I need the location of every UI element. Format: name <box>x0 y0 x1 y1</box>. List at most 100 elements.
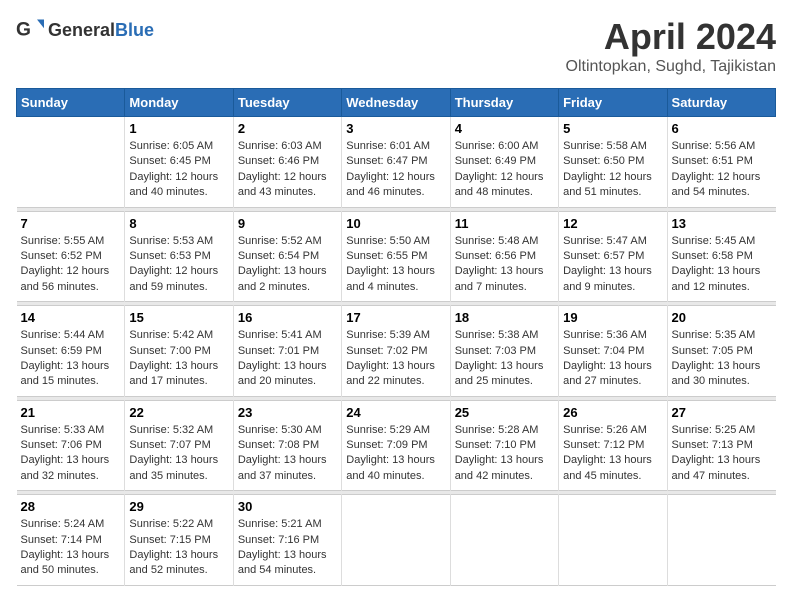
calendar-cell: 2 Sunrise: 6:03 AMSunset: 6:46 PMDaylight… <box>233 117 341 208</box>
calendar-cell: 27Sunrise: 5:25 AMSunset: 7:13 PMDayligh… <box>667 400 775 491</box>
calendar-cell: 22 Sunrise: 5:32 AMSunset: 7:07 PMDayligh… <box>125 400 233 491</box>
calendar-cell: 1 Sunrise: 6:05 AMSunset: 6:45 PMDaylight… <box>125 117 233 208</box>
week-row-2: 7 Sunrise: 5:55 AMSunset: 6:52 PMDaylight… <box>17 211 776 302</box>
day-number: 14 <box>21 310 121 325</box>
day-number: 19 <box>563 310 662 325</box>
calendar-cell: 30 Sunrise: 5:21 AMSunset: 7:16 PMDayligh… <box>233 495 341 586</box>
calendar-cell: 20 Sunrise: 5:35 AMSunset: 7:05 PMDayligh… <box>667 306 775 397</box>
day-number: 13 <box>672 216 772 231</box>
title-block: April 2024 Oltintopkan, Sughd, Tajikista… <box>566 16 777 76</box>
calendar-table: SundayMondayTuesdayWednesdayThursdayFrid… <box>16 88 776 586</box>
day-number: 22 <box>129 405 228 420</box>
cell-info: Sunrise: 5:48 AMSunset: 6:56 PMDaylight:… <box>455 234 554 296</box>
calendar-cell <box>17 117 125 208</box>
day-number: 10 <box>346 216 445 231</box>
calendar-cell: 23 Sunrise: 5:30 AMSunset: 7:08 PMDayligh… <box>233 400 341 491</box>
week-row-5: 28 Sunrise: 5:24 AMSunset: 7:14 PMDayligh… <box>17 495 776 586</box>
day-number: 3 <box>346 121 445 136</box>
calendar-cell: 29Sunrise: 5:22 AMSunset: 7:15 PMDayligh… <box>125 495 233 586</box>
day-number: 8 <box>129 216 228 231</box>
day-number: 6 <box>672 121 772 136</box>
calendar-cell: 15 Sunrise: 5:42 AMSunset: 7:00 PMDayligh… <box>125 306 233 397</box>
cell-info: Sunrise: 5:33 AMSunset: 7:06 PMDaylight:… <box>21 423 121 485</box>
calendar-cell: 7 Sunrise: 5:55 AMSunset: 6:52 PMDaylight… <box>17 211 125 302</box>
svg-text:G: G <box>16 19 31 40</box>
cell-info: Sunrise: 5:44 AMSunset: 6:59 PMDaylight:… <box>21 328 121 390</box>
day-number: 16 <box>238 310 337 325</box>
cell-info: Sunrise: 6:01 AMSunset: 6:47 PMDaylight:… <box>346 139 445 201</box>
day-number: 1 <box>129 121 228 136</box>
cell-info: Sunrise: 5:25 AMSunset: 7:13 PMDaylight:… <box>672 423 772 485</box>
day-number: 25 <box>455 405 554 420</box>
day-number: 2 <box>238 121 337 136</box>
cell-info: Sunrise: 5:47 AMSunset: 6:57 PMDaylight:… <box>563 234 662 296</box>
logo: G GeneralBlue <box>16 16 154 44</box>
day-number: 30 <box>238 499 337 514</box>
day-number: 12 <box>563 216 662 231</box>
day-number: 9 <box>238 216 337 231</box>
cell-info: Sunrise: 6:03 AMSunset: 6:46 PMDaylight:… <box>238 139 337 201</box>
cell-info: Sunrise: 5:36 AMSunset: 7:04 PMDaylight:… <box>563 328 662 390</box>
day-number: 24 <box>346 405 445 420</box>
day-number: 20 <box>672 310 772 325</box>
cell-info: Sunrise: 5:26 AMSunset: 7:12 PMDaylight:… <box>563 423 662 485</box>
cell-info: Sunrise: 5:30 AMSunset: 7:08 PMDaylight:… <box>238 423 337 485</box>
cell-info: Sunrise: 5:50 AMSunset: 6:55 PMDaylight:… <box>346 234 445 296</box>
cell-info: Sunrise: 5:41 AMSunset: 7:01 PMDaylight:… <box>238 328 337 390</box>
cell-info: Sunrise: 6:05 AMSunset: 6:45 PMDaylight:… <box>129 139 228 201</box>
cell-info: Sunrise: 5:56 AMSunset: 6:51 PMDaylight:… <box>672 139 772 201</box>
calendar-cell: 17 Sunrise: 5:39 AMSunset: 7:02 PMDayligh… <box>342 306 450 397</box>
day-number: 5 <box>563 121 662 136</box>
calendar-title: April 2024 <box>566 16 777 58</box>
weekday-header-wednesday: Wednesday <box>342 89 450 117</box>
cell-info: Sunrise: 5:22 AMSunset: 7:15 PMDaylight:… <box>129 517 228 579</box>
cell-info: Sunrise: 5:55 AMSunset: 6:52 PMDaylight:… <box>21 234 121 296</box>
weekday-header-thursday: Thursday <box>450 89 558 117</box>
day-number: 23 <box>238 405 337 420</box>
week-row-4: 21 Sunrise: 5:33 AMSunset: 7:06 PMDayligh… <box>17 400 776 491</box>
day-number: 21 <box>21 405 121 420</box>
cell-info: Sunrise: 5:42 AMSunset: 7:00 PMDaylight:… <box>129 328 228 390</box>
calendar-cell <box>559 495 667 586</box>
calendar-cell: 16 Sunrise: 5:41 AMSunset: 7:01 PMDayligh… <box>233 306 341 397</box>
calendar-cell: 26 Sunrise: 5:26 AMSunset: 7:12 PMDayligh… <box>559 400 667 491</box>
calendar-cell: 8Sunrise: 5:53 AMSunset: 6:53 PMDaylight… <box>125 211 233 302</box>
cell-info: Sunrise: 5:32 AMSunset: 7:07 PMDaylight:… <box>129 423 228 485</box>
cell-info: Sunrise: 5:21 AMSunset: 7:16 PMDaylight:… <box>238 517 337 579</box>
day-number: 17 <box>346 310 445 325</box>
week-row-3: 14 Sunrise: 5:44 AMSunset: 6:59 PMDayligh… <box>17 306 776 397</box>
day-number: 28 <box>21 499 121 514</box>
cell-info: Sunrise: 5:39 AMSunset: 7:02 PMDaylight:… <box>346 328 445 390</box>
calendar-cell <box>667 495 775 586</box>
calendar-cell <box>342 495 450 586</box>
weekday-header-friday: Friday <box>559 89 667 117</box>
cell-info: Sunrise: 5:28 AMSunset: 7:10 PMDaylight:… <box>455 423 554 485</box>
day-number: 11 <box>455 216 554 231</box>
weekday-header-sunday: Sunday <box>17 89 125 117</box>
calendar-cell: 28 Sunrise: 5:24 AMSunset: 7:14 PMDayligh… <box>17 495 125 586</box>
logo-general-text: General <box>48 20 115 40</box>
day-number: 18 <box>455 310 554 325</box>
page-header: G GeneralBlue April 2024 Oltintopkan, Su… <box>16 16 776 76</box>
calendar-cell: 19 Sunrise: 5:36 AMSunset: 7:04 PMDayligh… <box>559 306 667 397</box>
cell-info: Sunrise: 5:38 AMSunset: 7:03 PMDaylight:… <box>455 328 554 390</box>
calendar-cell: 4 Sunrise: 6:00 AMSunset: 6:49 PMDaylight… <box>450 117 558 208</box>
calendar-cell: 21 Sunrise: 5:33 AMSunset: 7:06 PMDayligh… <box>17 400 125 491</box>
day-number: 15 <box>129 310 228 325</box>
cell-info: Sunrise: 5:52 AMSunset: 6:54 PMDaylight:… <box>238 234 337 296</box>
cell-info: Sunrise: 5:35 AMSunset: 7:05 PMDaylight:… <box>672 328 772 390</box>
calendar-cell: 13Sunrise: 5:45 AMSunset: 6:58 PMDayligh… <box>667 211 775 302</box>
calendar-location: Oltintopkan, Sughd, Tajikistan <box>566 58 777 76</box>
weekday-header-row: SundayMondayTuesdayWednesdayThursdayFrid… <box>17 89 776 117</box>
day-number: 7 <box>21 216 121 231</box>
calendar-cell <box>450 495 558 586</box>
cell-info: Sunrise: 5:58 AMSunset: 6:50 PMDaylight:… <box>563 139 662 201</box>
day-number: 4 <box>455 121 554 136</box>
cell-info: Sunrise: 5:24 AMSunset: 7:14 PMDaylight:… <box>21 517 121 579</box>
calendar-cell: 24Sunrise: 5:29 AMSunset: 7:09 PMDayligh… <box>342 400 450 491</box>
weekday-header-monday: Monday <box>125 89 233 117</box>
day-number: 26 <box>563 405 662 420</box>
cell-info: Sunrise: 6:00 AMSunset: 6:49 PMDaylight:… <box>455 139 554 201</box>
logo-blue-text: Blue <box>115 20 154 40</box>
calendar-cell: 25 Sunrise: 5:28 AMSunset: 7:10 PMDayligh… <box>450 400 558 491</box>
